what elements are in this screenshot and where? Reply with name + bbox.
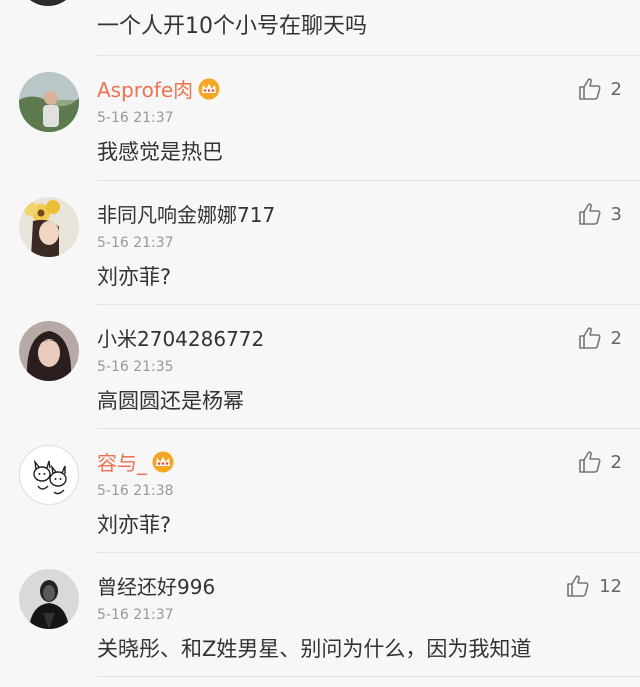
like-count: 12 bbox=[599, 575, 622, 597]
user-name[interactable]: 容与_ bbox=[97, 447, 175, 476]
comment-content: 刘亦菲? bbox=[97, 513, 172, 537]
divider bbox=[97, 676, 640, 677]
avatar-photo-icon bbox=[19, 197, 79, 257]
avatar[interactable] bbox=[19, 321, 79, 381]
timestamp: 5-16 21:38 bbox=[97, 483, 174, 499]
avatar-photo-icon bbox=[19, 569, 79, 629]
like-button[interactable]: 3 bbox=[577, 201, 622, 227]
like-count: 2 bbox=[610, 327, 622, 349]
comment-item[interactable]: 非同凡响金娜娜717 5-16 21:37 刘亦菲? 3 bbox=[0, 181, 640, 305]
avatar[interactable] bbox=[19, 445, 79, 505]
comment-content: 高圆圆还是杨幂 bbox=[97, 389, 244, 413]
thumbs-up-icon bbox=[578, 327, 601, 349]
comment-content: 关晓彤、和Z姓男星、别问为什么，因为我知道 bbox=[97, 637, 532, 661]
previous-comment-fragment: 一个人开10个小号在聊天吗 bbox=[0, 0, 640, 55]
avatar-cartoon-icon bbox=[20, 446, 78, 504]
avatar-photo-icon bbox=[19, 321, 79, 381]
user-name[interactable]: 小米2704286772 bbox=[97, 323, 264, 352]
like-count: 2 bbox=[610, 78, 622, 100]
like-button[interactable]: 2 bbox=[577, 449, 622, 475]
comment-item[interactable]: 曾经还好996 5-16 21:37 关晓彤、和Z姓男星、别问为什么，因为我知道… bbox=[0, 553, 640, 677]
comment-content: 一个人开10个小号在聊天吗 bbox=[97, 14, 367, 39]
avatar[interactable] bbox=[19, 197, 79, 257]
like-count: 3 bbox=[610, 203, 622, 225]
comment-content: 刘亦菲? bbox=[97, 265, 172, 289]
like-button[interactable]: 2 bbox=[577, 76, 622, 102]
comment-item[interactable]: 容与_ 5-16 21:38 刘亦菲? 2 bbox=[0, 429, 640, 553]
timestamp: 5-16 21:35 bbox=[97, 359, 174, 375]
thumbs-up-icon bbox=[567, 575, 589, 597]
user-name[interactable]: Asprofe肉 bbox=[97, 74, 221, 103]
vip-crown-icon bbox=[152, 451, 174, 473]
user-name[interactable]: 非同凡响金娜娜717 bbox=[97, 199, 275, 228]
like-button[interactable]: 2 bbox=[577, 325, 622, 351]
timestamp: 5-16 21:37 bbox=[97, 607, 174, 623]
timestamp: 5-16 21:37 bbox=[97, 110, 174, 126]
like-count: 2 bbox=[610, 451, 622, 473]
avatar-photo-icon bbox=[19, 72, 79, 132]
avatar[interactable] bbox=[19, 569, 79, 629]
timestamp: 5-16 21:37 bbox=[97, 235, 174, 251]
avatar[interactable] bbox=[19, 72, 79, 132]
comment-item[interactable]: Asprofe肉 5-16 21:37 我感觉是热巴 2 bbox=[0, 56, 640, 180]
user-name[interactable]: 曾经还好996 bbox=[97, 571, 215, 600]
avatar[interactable] bbox=[18, 0, 78, 6]
like-button[interactable]: 12 bbox=[565, 573, 622, 599]
vip-crown-icon bbox=[198, 78, 220, 100]
thumbs-up-icon bbox=[578, 451, 601, 473]
comment-item[interactable]: 小米2704286772 5-16 21:35 高圆圆还是杨幂 2 bbox=[0, 305, 640, 429]
comment-content: 我感觉是热巴 bbox=[97, 140, 223, 164]
thumbs-up-icon bbox=[578, 203, 601, 225]
thumbs-up-icon bbox=[578, 78, 601, 100]
